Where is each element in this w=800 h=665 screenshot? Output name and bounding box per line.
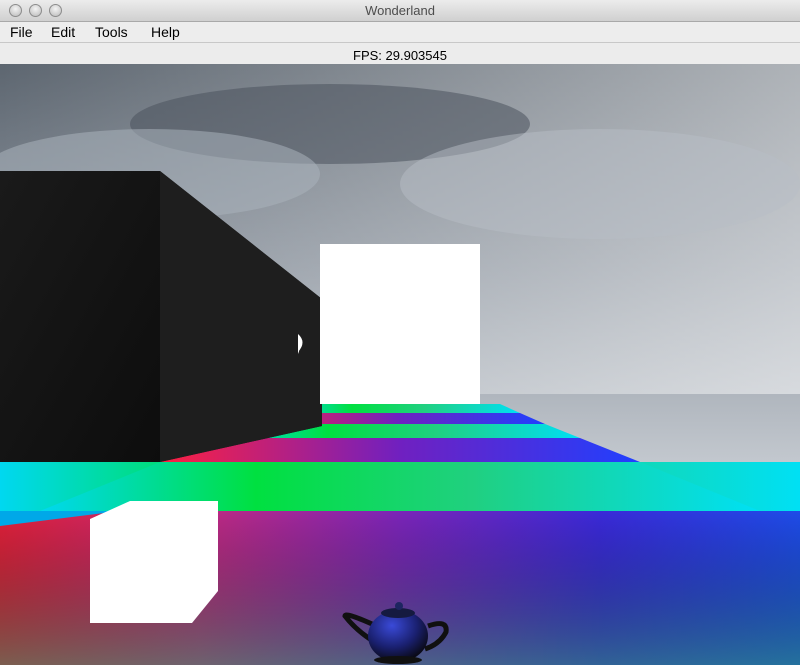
menu-edit[interactable]: Edit xyxy=(51,24,75,40)
menu-tools[interactable]: Tools xyxy=(95,24,128,40)
wall-front-face xyxy=(0,171,160,462)
menu-bar: File Edit Tools Help xyxy=(0,22,800,43)
window-title: Wonderland xyxy=(365,3,435,18)
menu-file[interactable]: File xyxy=(10,24,33,40)
cloud-light xyxy=(400,129,800,239)
white-cube-near xyxy=(90,501,218,623)
fps-bar: FPS: 29.903545 xyxy=(0,43,800,64)
title-bar: Wonderland xyxy=(0,0,800,22)
3d-viewport[interactable] xyxy=(0,64,800,665)
app-window: Wonderland File Edit Tools Help FPS: 29.… xyxy=(0,0,800,665)
scene-canvas[interactable] xyxy=(0,64,800,665)
fps-readout: FPS: 29.903545 xyxy=(353,48,447,63)
menu-help[interactable]: Help xyxy=(151,24,180,40)
white-cube-far xyxy=(320,244,480,404)
